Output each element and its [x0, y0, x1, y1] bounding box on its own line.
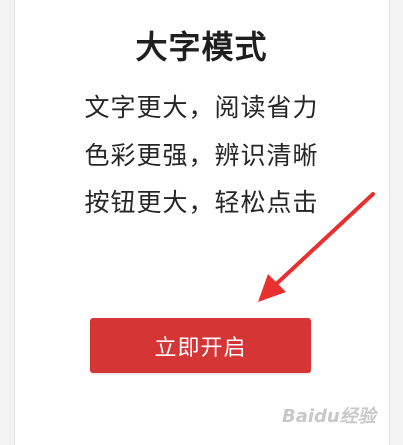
feature-stronger-colors: 色彩更强，辨识清晰	[84, 141, 319, 170]
enable-now-button[interactable]: 立即开启	[90, 318, 311, 373]
page-title: 大字模式	[135, 28, 268, 66]
feature-bigger-buttons: 按钮更大，轻松点击	[84, 188, 319, 217]
feature-text-larger: 文字更大，阅读省力	[84, 93, 319, 122]
baidu-watermark: Baidu经验	[282, 406, 376, 427]
